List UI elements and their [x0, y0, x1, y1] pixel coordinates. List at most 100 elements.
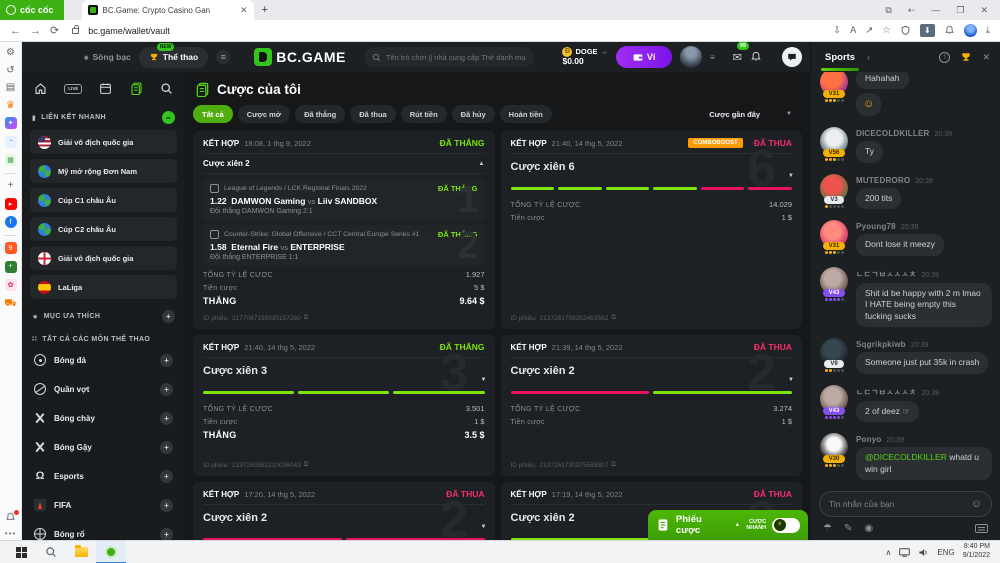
- copy-icon[interactable]: ⧉: [611, 314, 616, 322]
- shop-app-icon[interactable]: 9: [5, 242, 17, 254]
- mention[interactable]: @DICECOLDKILLER: [865, 452, 947, 462]
- chat-trophy-icon[interactable]: [960, 51, 972, 63]
- close-window-button[interactable]: ✕: [980, 5, 988, 16]
- maximize-button[interactable]: ❐: [956, 5, 964, 16]
- filter-all[interactable]: Tất cả: [193, 105, 233, 123]
- volume-icon[interactable]: [918, 548, 929, 557]
- emoji-picker-icon[interactable]: ☺: [971, 498, 982, 510]
- sidebar-item-league[interactable]: LaLiga: [30, 275, 177, 299]
- chevron-right-icon[interactable]: ›: [867, 53, 870, 62]
- add-favorite-button[interactable]: +: [162, 310, 175, 323]
- copy-icon[interactable]: ⧉: [611, 461, 616, 469]
- sidebar-item-football[interactable]: Bóng đá+: [30, 349, 177, 371]
- username[interactable]: MUTEDRORO: [856, 176, 910, 185]
- chat-toggle-button[interactable]: [782, 47, 802, 67]
- sidebar-item-cricket[interactable]: Bóng Gậy+: [30, 436, 177, 458]
- new-tab-button[interactable]: +: [262, 4, 268, 16]
- rain-tip-icon[interactable]: ☂: [823, 523, 832, 534]
- nav-sports[interactable]: NEW Thể thao: [139, 47, 208, 68]
- translate-icon[interactable]: A: [850, 25, 856, 36]
- user-avatar[interactable]: [680, 46, 702, 68]
- sidebar-item-basketball[interactable]: Bóng rổ+: [30, 523, 177, 540]
- sort-dropdown[interactable]: Cược gần đây▼: [709, 110, 802, 119]
- save-page-icon[interactable]: ⇩: [833, 25, 841, 36]
- sidebar-item-league[interactable]: Cúp C2 châu Âu: [30, 217, 177, 241]
- share-icon[interactable]: ↗: [865, 25, 873, 36]
- expand-icon[interactable]: ▼: [788, 173, 794, 179]
- tray-expand-icon[interactable]: ∧: [886, 548, 892, 557]
- username[interactable]: Sqgrikpkiwb: [856, 340, 906, 349]
- flower-app-icon[interactable]: ✿: [5, 279, 17, 291]
- filter-cashout[interactable]: Rút tiền: [401, 105, 447, 123]
- bet-card[interactable]: KẾT HỢP 21:40, 14 thg 5, 2022 COMBOBOOST…: [501, 131, 803, 329]
- chat-input-box[interactable]: ☺: [819, 491, 992, 517]
- live-icon[interactable]: LIVE: [64, 84, 82, 94]
- minimize-button[interactable]: —: [931, 5, 940, 15]
- expand-icon[interactable]: +: [160, 441, 173, 454]
- hamburger-icon[interactable]: ≡: [216, 50, 230, 64]
- balance-selector[interactable]: Đ DOGE ⌄ $0.00: [562, 47, 608, 66]
- tab-close-icon[interactable]: ✕: [240, 5, 248, 16]
- bet-card[interactable]: KẾT HỢP 17:20, 14 thg 5, 2022 ĐÃ THUA 2 …: [193, 482, 495, 540]
- coccoc-taskbar-button[interactable]: [96, 541, 126, 563]
- sidebar-item-baseball[interactable]: Bóng chày+: [30, 407, 177, 429]
- expand-icon[interactable]: +: [160, 412, 173, 425]
- network-icon[interactable]: [899, 548, 910, 557]
- taskbar-clock[interactable]: 8:40 PM 9/1/2022: [963, 543, 994, 561]
- zalo-icon[interactable]: ◔: [5, 136, 17, 148]
- reader-mode-icon[interactable]: ⧉: [885, 5, 891, 16]
- sidebar-search-icon[interactable]: [160, 82, 173, 95]
- downloads-icon[interactable]: ⤓: [986, 25, 990, 36]
- reward-app-icon[interactable]: +: [5, 261, 17, 273]
- add-shortcut-icon[interactable]: +: [8, 180, 14, 191]
- my-bets-icon[interactable]: [130, 82, 143, 95]
- adblock-shield-icon[interactable]: [900, 25, 911, 36]
- expand-icon[interactable]: ▼: [788, 377, 794, 383]
- sidebar-item-league[interactable]: Giải vô địch quốc gia: [30, 130, 177, 154]
- start-button[interactable]: [6, 541, 36, 563]
- quick-bet-toggle[interactable]: [772, 518, 800, 533]
- username[interactable]: Ponyo: [856, 435, 881, 444]
- expand-icon[interactable]: +: [160, 383, 173, 396]
- chat-rules-icon[interactable]: !: [939, 52, 950, 63]
- username[interactable]: DICECOLDKILLER: [856, 129, 929, 138]
- restore-tab-icon[interactable]: ⇠: [908, 5, 916, 16]
- facebook-icon[interactable]: f: [5, 216, 17, 228]
- url-text[interactable]: bc.game/wallet/vault: [88, 26, 170, 36]
- sidebar-item-league[interactable]: Giải vô địch quốc gia: [30, 246, 177, 270]
- file-explorer-button[interactable]: [66, 541, 96, 563]
- sidebar-item-esports[interactable]: ΩEsports+: [30, 465, 177, 487]
- messenger-icon[interactable]: ✦: [5, 117, 17, 129]
- expand-icon[interactable]: +: [160, 499, 173, 512]
- expand-icon[interactable]: +: [160, 528, 173, 541]
- user-menu-icon[interactable]: ≡: [710, 53, 715, 62]
- reload-button[interactable]: ⟳: [50, 24, 59, 37]
- back-button[interactable]: ←: [10, 25, 21, 37]
- reading-list-icon[interactable]: ▤: [6, 82, 15, 93]
- download-button[interactable]: ⬇: [920, 24, 935, 37]
- more-icon[interactable]: •••: [5, 529, 16, 538]
- calendar-icon[interactable]: [99, 82, 112, 95]
- bookmark-star-icon[interactable]: ☆: [882, 25, 891, 36]
- filter-cancelled[interactable]: Đã hủy: [452, 105, 495, 123]
- filter-open[interactable]: Cược mở: [238, 105, 290, 123]
- wallet-button[interactable]: Ví: [616, 46, 672, 68]
- expand-icon[interactable]: ▼: [481, 377, 487, 383]
- bcgame-logo[interactable]: BC.GAME: [254, 48, 346, 66]
- collapse-quick-links-button[interactable]: −: [162, 111, 175, 124]
- bet-card[interactable]: KẾT HỢP 21:40, 14 thg 5, 2022 ĐÃ THẮNG 3…: [193, 335, 495, 476]
- betslip-button[interactable]: Phiếu cược ▲ CƯỢC NHANH: [648, 510, 808, 540]
- coin-drop-icon[interactable]: ◉: [864, 523, 873, 534]
- expand-icon[interactable]: ▼: [481, 524, 487, 530]
- strip-bell-icon[interactable]: [5, 512, 16, 523]
- username[interactable]: ㄴㄷㄱㅂㅅㅅㅅㅊ: [856, 269, 916, 280]
- game-search[interactable]: [364, 47, 534, 67]
- filter-refund[interactable]: Hoàn tiền: [500, 105, 552, 123]
- notification-bell-icon[interactable]: [944, 25, 955, 36]
- copy-icon[interactable]: ⧉: [304, 314, 309, 322]
- site-bell-icon[interactable]: [750, 51, 762, 63]
- cart-icon[interactable]: ⛟: [4, 298, 17, 311]
- bet-card[interactable]: KẾT HỢP 21:39, 14 thg 5, 2022 ĐÃ THUA 2 …: [501, 335, 803, 476]
- chat-input[interactable]: [829, 499, 965, 509]
- expand-icon[interactable]: +: [160, 354, 173, 367]
